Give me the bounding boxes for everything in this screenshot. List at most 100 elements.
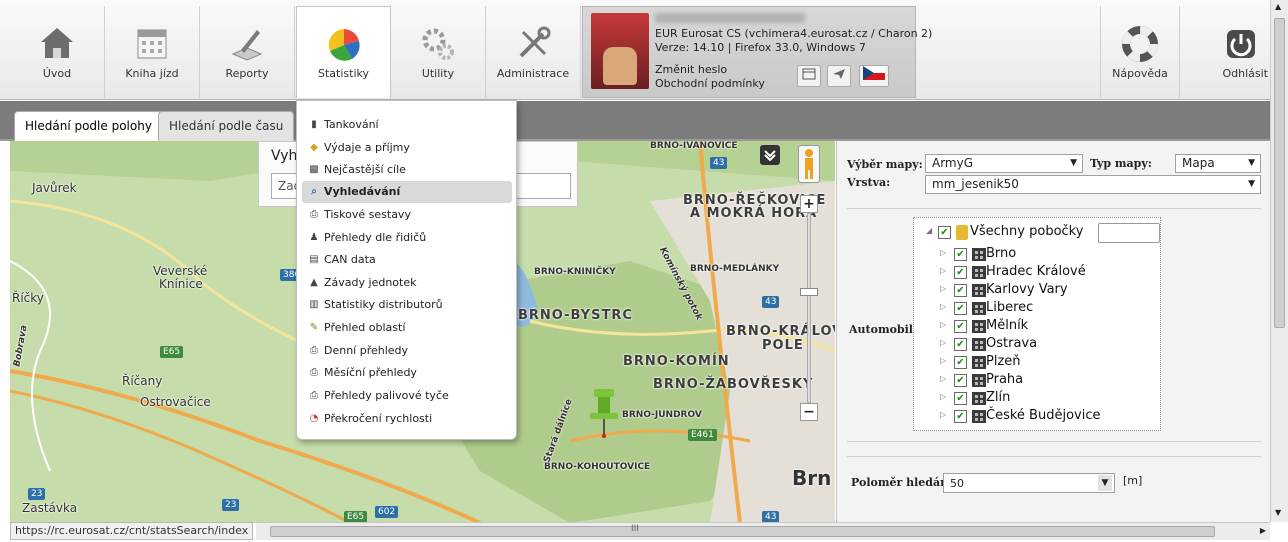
menu-item-prehledy-ridicu[interactable]: ♟ Přehledy dle řidičů <box>302 227 512 249</box>
collapsed-arrow-icon[interactable]: ▷ <box>940 266 946 275</box>
nav-napoveda-button[interactable]: Nápověda <box>1100 6 1180 98</box>
menu-item-denni-prehledy[interactable]: ⎙ Denní přehledy <box>302 340 512 362</box>
minus-icon: − <box>803 404 815 420</box>
menu-item-tankovani[interactable]: ▮ Tankování <box>302 114 512 136</box>
branch-checkbox[interactable]: ✔ <box>954 392 967 405</box>
collapsed-arrow-icon[interactable]: ▷ <box>940 374 946 383</box>
menu-item-zavady[interactable]: ▲ Závady jednotek <box>302 272 512 294</box>
branch-checkbox[interactable]: ✔ <box>954 266 967 279</box>
collapsed-arrow-icon[interactable]: ▷ <box>940 410 946 419</box>
menu-item-vydaje[interactable]: ◆ Výdaje a příjmy <box>302 137 512 159</box>
expanded-arrow-icon[interactable]: ◢ <box>926 226 932 235</box>
tab-search-by-time[interactable]: Hledání podle času <box>158 111 295 141</box>
nav-uvod-button[interactable]: Úvod <box>10 6 105 98</box>
area-icon: ✎ <box>309 322 319 333</box>
zoom-slider-track[interactable] <box>807 213 811 403</box>
nav-administrace-label: Administrace <box>496 67 570 80</box>
change-password-link[interactable]: Změnit heslo <box>655 63 727 76</box>
branch-checkbox[interactable]: ✔ <box>954 248 967 261</box>
vehicle-label: Automobil <box>849 323 913 336</box>
branch-checkbox[interactable]: ✔ <box>954 338 967 351</box>
fuel-icon: ▮ <box>311 119 317 130</box>
print-icon: ⎙ <box>310 367 318 378</box>
report-pen-icon <box>231 30 263 61</box>
collapsed-arrow-icon[interactable]: ▷ <box>940 392 946 401</box>
map-type-select[interactable]: Mapa ▼ <box>1175 154 1261 173</box>
nav-reporty-button[interactable]: Reporty <box>200 6 295 98</box>
window-icon <box>802 68 816 80</box>
menu-item-prehled-oblasti[interactable]: ✎ Přehled oblastí <box>302 317 512 339</box>
send-button[interactable] <box>827 65 851 87</box>
terms-link[interactable]: Obchodní podmínky <box>655 77 765 90</box>
branch-label: Praha <box>986 372 1024 387</box>
branch-checkbox[interactable]: ✔ <box>954 410 967 423</box>
collapsed-arrow-icon[interactable]: ▷ <box>940 338 946 347</box>
menu-item-can-data[interactable]: ▤ CAN data <box>302 249 512 271</box>
building-icon <box>972 374 986 387</box>
nav-statistiky-button[interactable]: Statistiky <box>296 6 391 98</box>
collapsed-arrow-icon[interactable]: ▷ <box>940 284 946 293</box>
top-toolbar: Úvod Kniha jízd Reporty Statistiky Utili… <box>0 0 1270 100</box>
menu-item-vyhledavani[interactable]: ⌕ Vyhledávání <box>302 181 512 203</box>
map-label-zastavka: Zastávka <box>22 501 78 515</box>
menu-item-prekroceni-rychlosti[interactable]: ◔ Překročení rychlosti <box>302 408 512 430</box>
print-icon: ⎙ <box>310 390 318 401</box>
status-url: https://rc.eurosat.cz/cnt/statsSearch/in… <box>10 522 254 540</box>
zoom-slider-handle[interactable] <box>800 288 818 296</box>
tab-search-by-location[interactable]: Hledání podle polohy <box>14 111 163 141</box>
collapsed-arrow-icon[interactable]: ▷ <box>940 248 946 257</box>
map-select[interactable]: ArmyG ▼ <box>925 154 1083 173</box>
zoom-out-button[interactable]: − <box>800 403 818 421</box>
menu-item-palivove-tyce[interactable]: ⎙ Přehledy palivové tyče <box>302 385 512 407</box>
language-button[interactable] <box>859 65 889 87</box>
map-layer-toggle[interactable] <box>760 145 780 165</box>
folder-icon <box>956 225 968 240</box>
nav-kniha-jizd-button[interactable]: Kniha jízd <box>105 6 200 98</box>
radius-input[interactable]: 50 ▼ <box>943 473 1115 493</box>
map-label-ivanovice: BRNO-IVANOVICE <box>650 141 738 151</box>
branch-checkbox[interactable]: ✔ <box>954 356 967 369</box>
street-view-pegman[interactable] <box>798 145 820 183</box>
road-shield: 23 <box>28 488 46 500</box>
nav-utility-button[interactable]: Utility <box>391 6 486 98</box>
branch-label: Brno <box>986 246 1017 261</box>
nav-statistiky-label: Statistiky <box>318 67 369 80</box>
layer-select[interactable]: mm_jesenik50 ▼ <box>925 175 1261 194</box>
vertical-scrollbar[interactable]: ▲ ▼ <box>1270 0 1288 522</box>
scroll-down-arrow-icon[interactable]: ▼ <box>1275 508 1281 517</box>
branch-checkbox[interactable]: ✔ <box>954 284 967 297</box>
menu-item-statistiky-distributoru[interactable]: ▥ Statistiky distributorů <box>302 294 512 316</box>
horizontal-scroll-thumb[interactable]: III <box>270 524 1215 537</box>
road-shield: 43 <box>710 157 728 169</box>
vertical-scroll-thumb[interactable] <box>1274 18 1285 328</box>
collapsed-arrow-icon[interactable]: ▷ <box>940 302 946 311</box>
search-icon: ⌕ <box>311 186 317 197</box>
nav-kniha-jizd-label: Kniha jízd <box>125 67 179 80</box>
branch-checkbox[interactable]: ✔ <box>954 320 967 333</box>
branch-filter-input[interactable] <box>1098 223 1160 243</box>
radius-value: 50 <box>950 477 964 490</box>
pushpin-icon[interactable] <box>586 387 622 439</box>
horizontal-scrollbar[interactable]: III ▶ <box>256 522 1270 540</box>
scroll-up-arrow-icon[interactable]: ▲ <box>1275 2 1281 11</box>
branch-checkbox[interactable]: ✔ <box>954 374 967 387</box>
menu-item-cile[interactable]: ▩ Nejčastější cíle <box>302 159 512 181</box>
nav-odhlasit-button[interactable]: Odhlásit <box>1180 6 1270 98</box>
tree-root-checkbox[interactable]: ✔ <box>938 226 951 239</box>
nav-administrace-button[interactable]: Administrace <box>486 6 581 98</box>
calendar-icon <box>137 29 167 59</box>
branch-tree: ◢ ✔ Všechny pobočky ▷ ✔ Brno ▷ ✔ Hradec … <box>913 217 1161 431</box>
branch-checkbox[interactable]: ✔ <box>954 302 967 315</box>
dropdown-arrow-icon: ▼ <box>1248 158 1255 168</box>
chart-icon: ▥ <box>309 299 319 310</box>
dropdown-arrow-icon: ▼ <box>1098 475 1112 491</box>
building-icon <box>972 302 986 315</box>
zoom-in-button[interactable]: + <box>800 195 818 213</box>
collapsed-arrow-icon[interactable]: ▷ <box>940 320 946 329</box>
scroll-right-arrow-icon[interactable]: ▶ <box>1260 526 1266 535</box>
building-icon <box>972 248 986 261</box>
screen-button[interactable] <box>797 65 821 87</box>
menu-item-tiskove-sestavy[interactable]: ⎙ Tiskové sestavy <box>302 204 512 226</box>
menu-item-mesicni-prehledy[interactable]: ⎙ Měsíční přehledy <box>302 362 512 384</box>
collapsed-arrow-icon[interactable]: ▷ <box>940 356 946 365</box>
